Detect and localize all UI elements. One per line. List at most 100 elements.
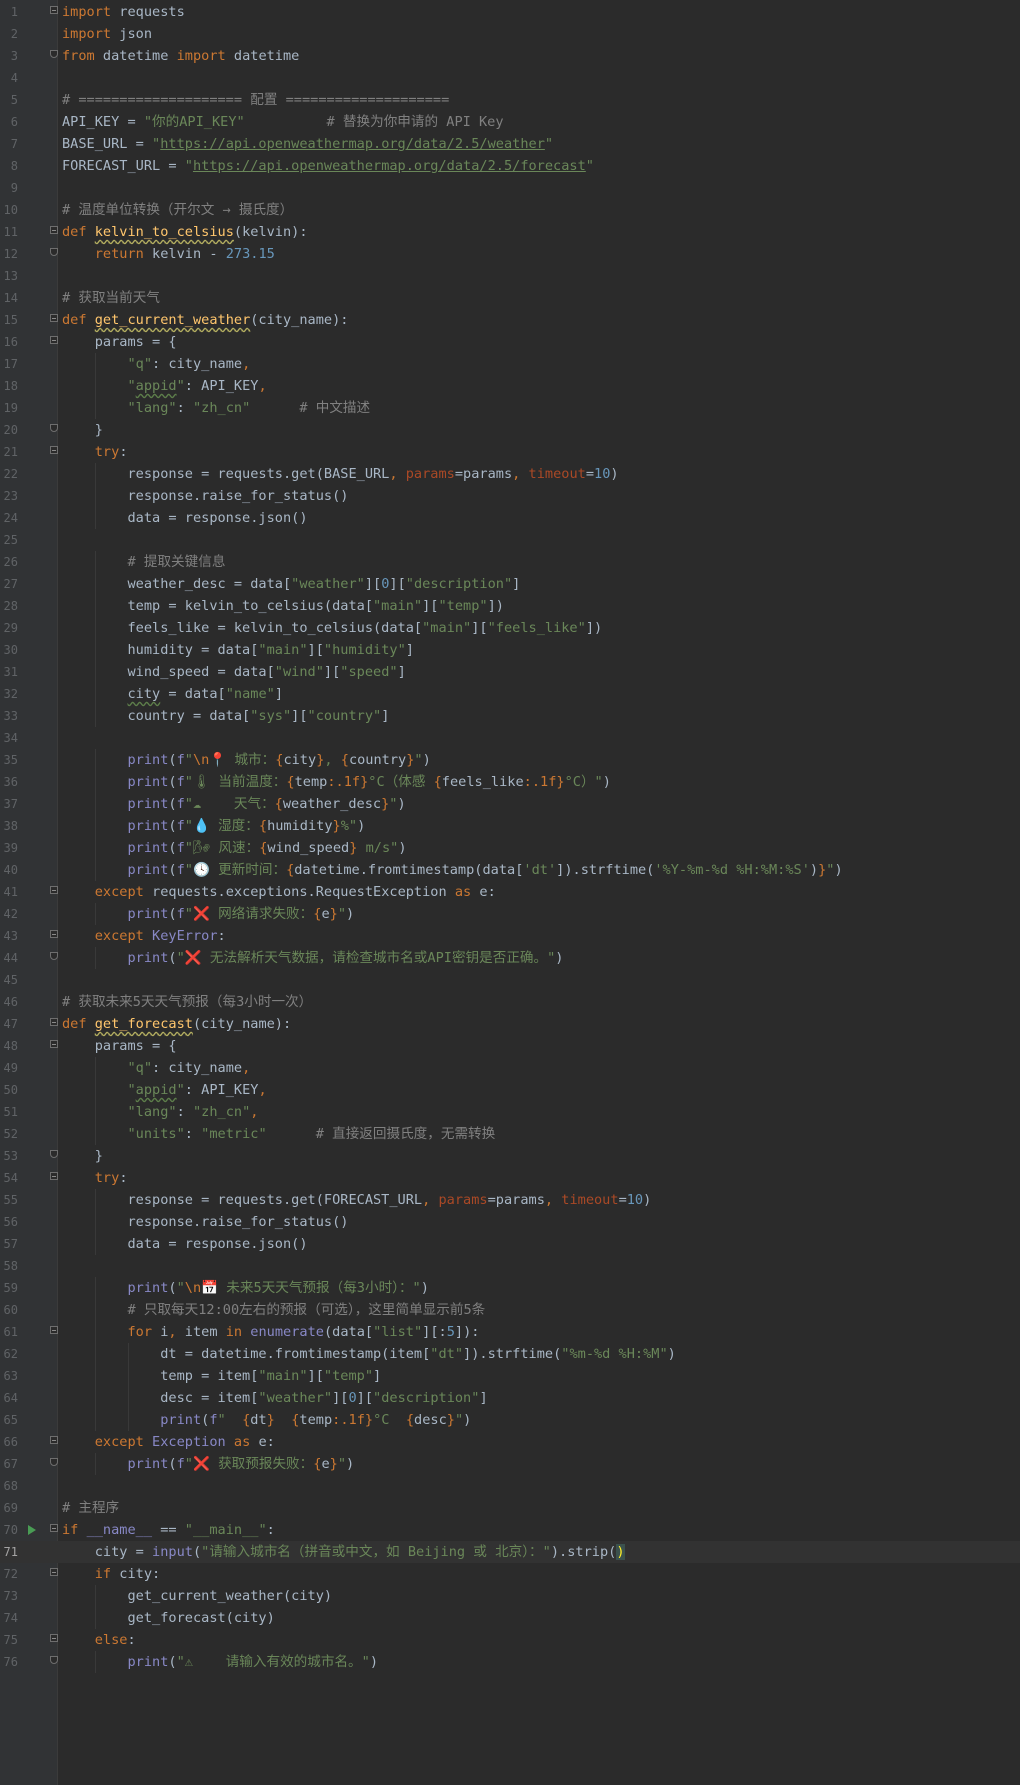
code-text[interactable]: "lang": "zh_cn",: [62, 1101, 258, 1123]
fold-marker-icon[interactable]: [50, 50, 58, 58]
code-line[interactable]: 32 city = data["name"]: [0, 683, 1020, 705]
line-number[interactable]: 41: [0, 881, 18, 903]
code-line[interactable]: 56 response.raise_for_status(): [0, 1211, 1020, 1233]
code-text[interactable]: BASE_URL = "https://api.openweathermap.o…: [62, 133, 553, 155]
code-text[interactable]: # 温度单位转换（开尔文 → 摄氏度）: [62, 199, 293, 221]
line-number[interactable]: 29: [0, 617, 18, 639]
fold-marker-icon[interactable]: [50, 952, 58, 960]
code-line[interactable]: 57 data = response.json(): [0, 1233, 1020, 1255]
code-line[interactable]: 34: [0, 727, 1020, 749]
code-line[interactable]: 40 print(f"🕓 更新时间：{datetime.fromtimestam…: [0, 859, 1020, 881]
line-number[interactable]: 16: [0, 331, 18, 353]
code-line[interactable]: 64 desc = item["weather"][0]["descriptio…: [0, 1387, 1020, 1409]
code-text[interactable]: except Exception as e:: [62, 1431, 275, 1453]
code-line[interactable]: 6 API_KEY = "你的API_KEY" # 替换为你申请的 API Key: [0, 111, 1020, 133]
fold-marker-icon[interactable]: [50, 1436, 58, 1444]
code-text[interactable]: print("⚠ 请输入有效的城市名。"): [62, 1651, 378, 1673]
code-text[interactable]: print("\n📅 未来5天天气预报（每3小时）："): [62, 1277, 428, 1299]
fold-marker-icon[interactable]: [50, 930, 58, 938]
line-number[interactable]: 28: [0, 595, 18, 617]
code-line[interactable]: 62 dt = datetime.fromtimestamp(item["dt"…: [0, 1343, 1020, 1365]
code-text[interactable]: # 获取未来5天天气预报（每3小时一次）: [62, 991, 312, 1013]
code-text[interactable]: from datetime import datetime: [62, 45, 299, 67]
line-number[interactable]: 45: [0, 969, 18, 991]
code-text[interactable]: else:: [62, 1629, 136, 1651]
code-line[interactable]: 52 "units": "metric" # 直接返回摄氏度，无需转换: [0, 1123, 1020, 1145]
line-number[interactable]: 57: [0, 1233, 18, 1255]
code-text[interactable]: return kelvin - 273.15: [62, 243, 275, 265]
line-number[interactable]: 53: [0, 1145, 18, 1167]
code-text[interactable]: "q": city_name,: [62, 353, 250, 375]
code-text[interactable]: weather_desc = data["weather"][0]["descr…: [62, 573, 520, 595]
code-text[interactable]: get_current_weather(city): [62, 1585, 332, 1607]
line-number[interactable]: 69: [0, 1497, 18, 1519]
line-number[interactable]: 6: [0, 111, 18, 133]
code-line[interactable]: 37 print(f"☁ 天气：{weather_desc}"): [0, 793, 1020, 815]
line-number[interactable]: 3: [0, 45, 18, 67]
code-line[interactable]: 76 print("⚠ 请输入有效的城市名。"): [0, 1651, 1020, 1673]
line-number[interactable]: 7: [0, 133, 18, 155]
code-text[interactable]: print(f"🌡 当前温度：{temp:.1f}°C（体感 {feels_li…: [62, 771, 610, 793]
line-number[interactable]: 2: [0, 23, 18, 45]
code-line[interactable]: 3 from datetime import datetime: [0, 45, 1020, 67]
fold-marker-icon[interactable]: [50, 1568, 58, 1576]
code-text[interactable]: try:: [62, 1167, 128, 1189]
code-text[interactable]: humidity = data["main"]["humidity"]: [62, 639, 413, 661]
fold-marker-icon[interactable]: [50, 1326, 58, 1334]
line-number[interactable]: 40: [0, 859, 18, 881]
line-number[interactable]: 68: [0, 1475, 18, 1497]
code-text[interactable]: def get_forecast(city_name):: [62, 1013, 291, 1035]
code-line[interactable]: 73 get_current_weather(city): [0, 1585, 1020, 1607]
code-text[interactable]: # 只取每天12:00左右的预报（可选），这里简单显示前5条: [62, 1299, 485, 1321]
line-number[interactable]: 63: [0, 1365, 18, 1387]
code-text[interactable]: city = data["name"]: [62, 683, 283, 705]
line-number[interactable]: 17: [0, 353, 18, 375]
code-text[interactable]: try:: [62, 441, 128, 463]
fold-marker-icon[interactable]: [50, 336, 58, 344]
code-text[interactable]: city = input("请输入城市名（拼音或中文，如 Beijing 或 北…: [62, 1541, 625, 1563]
code-line[interactable]: 46 # 获取未来5天天气预报（每3小时一次）: [0, 991, 1020, 1013]
fold-marker-icon[interactable]: [50, 1634, 58, 1642]
line-number[interactable]: 10: [0, 199, 18, 221]
line-number[interactable]: 21: [0, 441, 18, 463]
line-number[interactable]: 4: [0, 67, 18, 89]
code-line[interactable]: 38 print(f"💧 湿度：{humidity}%"): [0, 815, 1020, 837]
code-text[interactable]: feels_like = kelvin_to_celsius(data["mai…: [62, 617, 602, 639]
code-line[interactable]: 70 if __name__ == "__main__":: [0, 1519, 1020, 1541]
line-number[interactable]: 71: [0, 1541, 18, 1563]
line-number[interactable]: 11: [0, 221, 18, 243]
line-number[interactable]: 9: [0, 177, 18, 199]
line-number[interactable]: 23: [0, 485, 18, 507]
code-text[interactable]: print(f"❌ 网络请求失败：{e}"): [62, 903, 354, 925]
line-number[interactable]: 12: [0, 243, 18, 265]
line-number[interactable]: 49: [0, 1057, 18, 1079]
code-line[interactable]: 33 country = data["sys"]["country"]: [0, 705, 1020, 727]
code-line[interactable]: 60 # 只取每天12:00左右的预报（可选），这里简单显示前5条: [0, 1299, 1020, 1321]
code-text[interactable]: def kelvin_to_celsius(kelvin):: [62, 221, 308, 243]
line-number[interactable]: 33: [0, 705, 18, 727]
code-text[interactable]: except KeyError:: [62, 925, 226, 947]
code-text[interactable]: print(f" {dt} {temp:.1f}°C {desc}"): [62, 1409, 471, 1431]
line-number[interactable]: 22: [0, 463, 18, 485]
line-number[interactable]: 65: [0, 1409, 18, 1431]
code-text[interactable]: if __name__ == "__main__":: [62, 1519, 275, 1541]
line-number[interactable]: 74: [0, 1607, 18, 1629]
code-line[interactable]: 30 humidity = data["main"]["humidity"]: [0, 639, 1020, 661]
fold-marker-icon[interactable]: [50, 1458, 58, 1466]
code-text[interactable]: API_KEY = "你的API_KEY" # 替换为你申请的 API Key: [62, 111, 504, 133]
line-number[interactable]: 38: [0, 815, 18, 837]
code-line[interactable]: 27 weather_desc = data["weather"][0]["de…: [0, 573, 1020, 595]
code-text[interactable]: data = response.json(): [62, 1233, 307, 1255]
code-line[interactable]: 28 temp = kelvin_to_celsius(data["main"]…: [0, 595, 1020, 617]
code-line[interactable]: 47 def get_forecast(city_name):: [0, 1013, 1020, 1035]
code-line[interactable]: 5 # ==================== 配置 =============…: [0, 89, 1020, 111]
code-text[interactable]: # 获取当前天气: [62, 287, 160, 309]
code-line[interactable]: 19 "lang": "zh_cn" # 中文描述: [0, 397, 1020, 419]
code-line[interactable]: 50 "appid": API_KEY,: [0, 1079, 1020, 1101]
code-text[interactable]: import requests: [62, 1, 185, 23]
code-line[interactable]: 49 "q": city_name,: [0, 1057, 1020, 1079]
code-line[interactable]: 36 print(f"🌡 当前温度：{temp:.1f}°C（体感 {feels…: [0, 771, 1020, 793]
fold-marker-icon[interactable]: [50, 1656, 58, 1664]
code-text[interactable]: print(f"💧 湿度：{humidity}%"): [62, 815, 365, 837]
code-line[interactable]: 42 print(f"❌ 网络请求失败：{e}"): [0, 903, 1020, 925]
